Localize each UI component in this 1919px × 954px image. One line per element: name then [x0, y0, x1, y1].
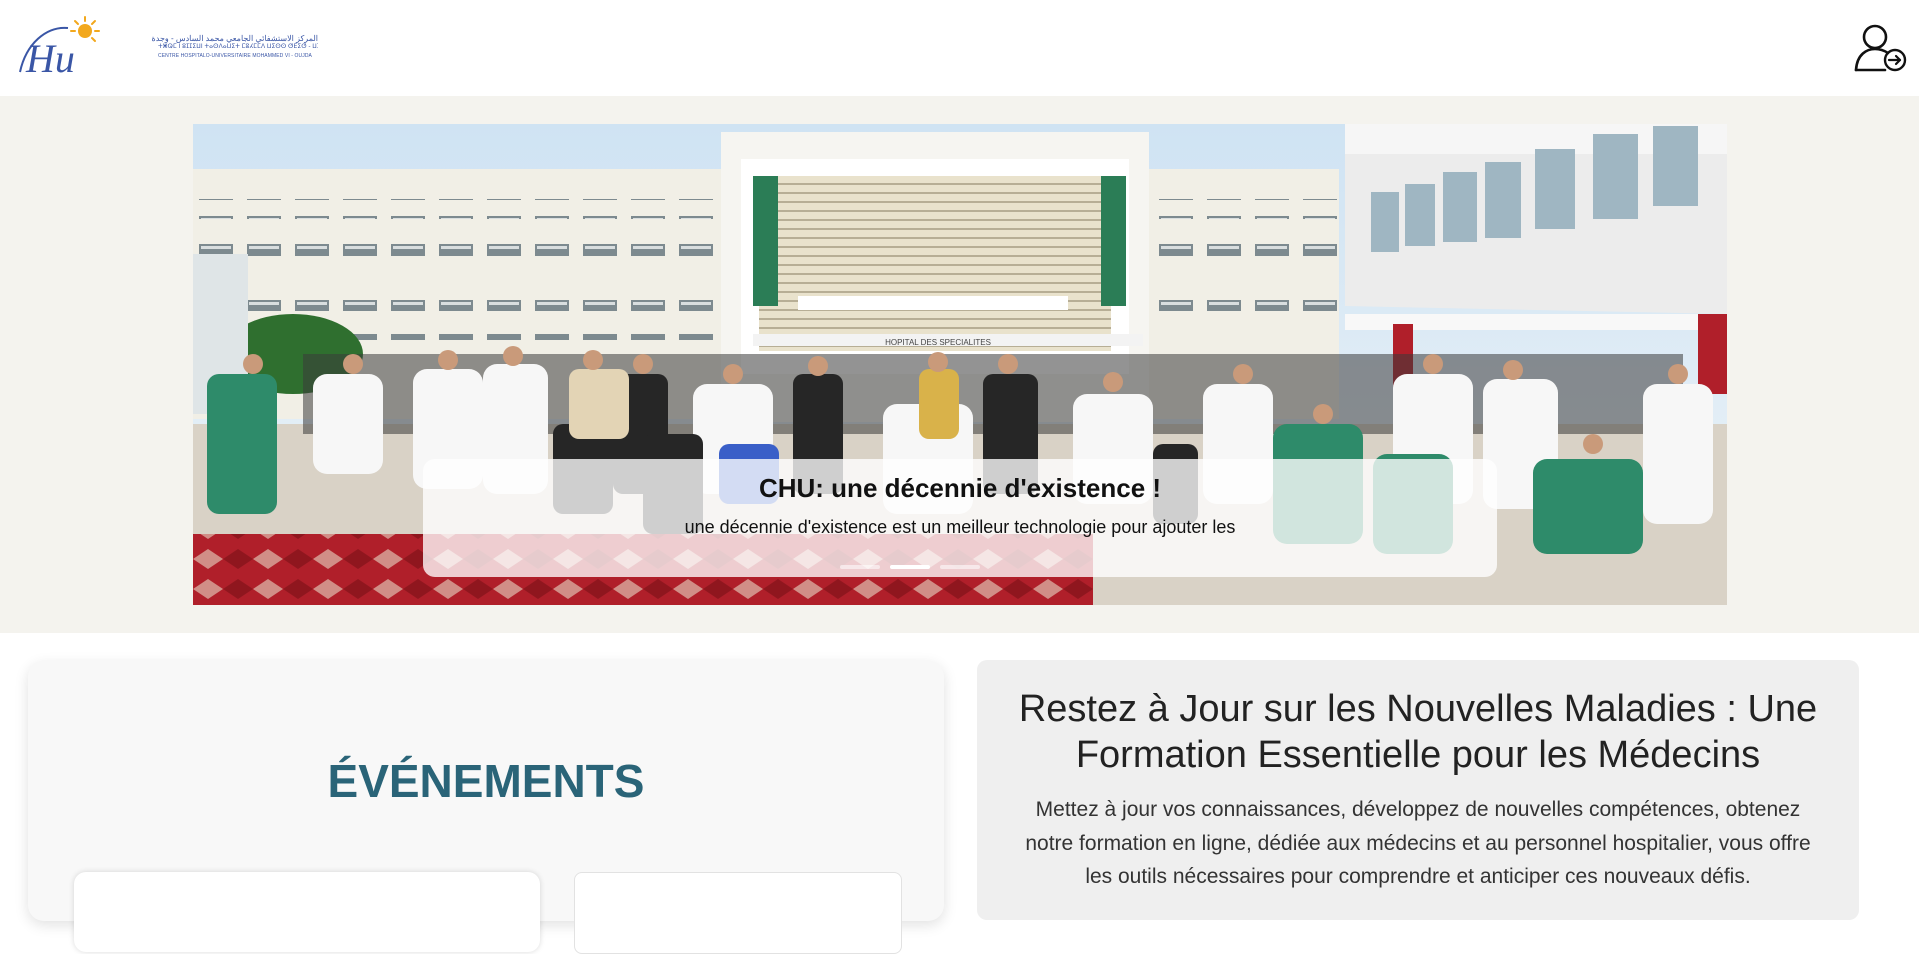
- carousel-indicator-3[interactable]: [940, 565, 980, 569]
- carousel-indicators: [840, 565, 1080, 571]
- logo-text-french: CENTRE HOSPITALO-UNIVERSITAIRE MOHAMMED …: [158, 53, 312, 59]
- training-title: Restez à Jour sur les Nouvelles Maladies…: [1018, 688, 1818, 776]
- events-title: ÉVÉNEMENTS: [327, 755, 645, 807]
- user-login-button[interactable]: [1853, 22, 1907, 74]
- logo-text-tifinagh: ⵜⵥⵕⵎ ⵏ ⵓⵊⵊⵉⵡⵏ ⵜⴰⵙⴷⴰⵡⵉⵜ ⵎⵓⵃⵎⵎⴷ ⵡⵉⵙⵙ ⵚⴹⵉⵚ …: [158, 44, 318, 50]
- carousel-indicator-2[interactable]: [890, 565, 930, 569]
- hero-caption: CHU: une décennie d'existence ! une déce…: [423, 459, 1497, 577]
- building-sign: HOPITAL DES SPECIALITES: [885, 338, 991, 347]
- carousel-indicator-1[interactable]: [840, 565, 880, 569]
- hero-caption-title: CHU: une décennie d'existence !: [758, 473, 1162, 503]
- logo-text-arabic: المركز الاستشفائي الجامعي محمد السادس - …: [151, 34, 318, 43]
- event-card[interactable]: [74, 872, 540, 952]
- user-login-icon: [1854, 24, 1907, 72]
- hero-caption-text: une décennie d'existence est un meilleur…: [684, 517, 1236, 537]
- site-header: Hu المركز الاستشفائي الجامعي محمد السادس…: [0, 0, 1919, 96]
- logo-letters: Hu: [25, 36, 75, 80]
- events-section: ÉVÉNEMENTS: [28, 661, 944, 954]
- chu-logo[interactable]: Hu: [16, 14, 106, 81]
- training-text: Mettez à jour vos connaissances, dévelop…: [1025, 798, 1811, 888]
- event-card[interactable]: [574, 872, 902, 954]
- logo-sun-icon: Hu: [19, 16, 100, 81]
- training-section: Restez à Jour sur les Nouvelles Maladies…: [977, 660, 1859, 920]
- logo-institution-name: المركز الاستشفائي الجامعي محمد السادس - …: [151, 34, 318, 70]
